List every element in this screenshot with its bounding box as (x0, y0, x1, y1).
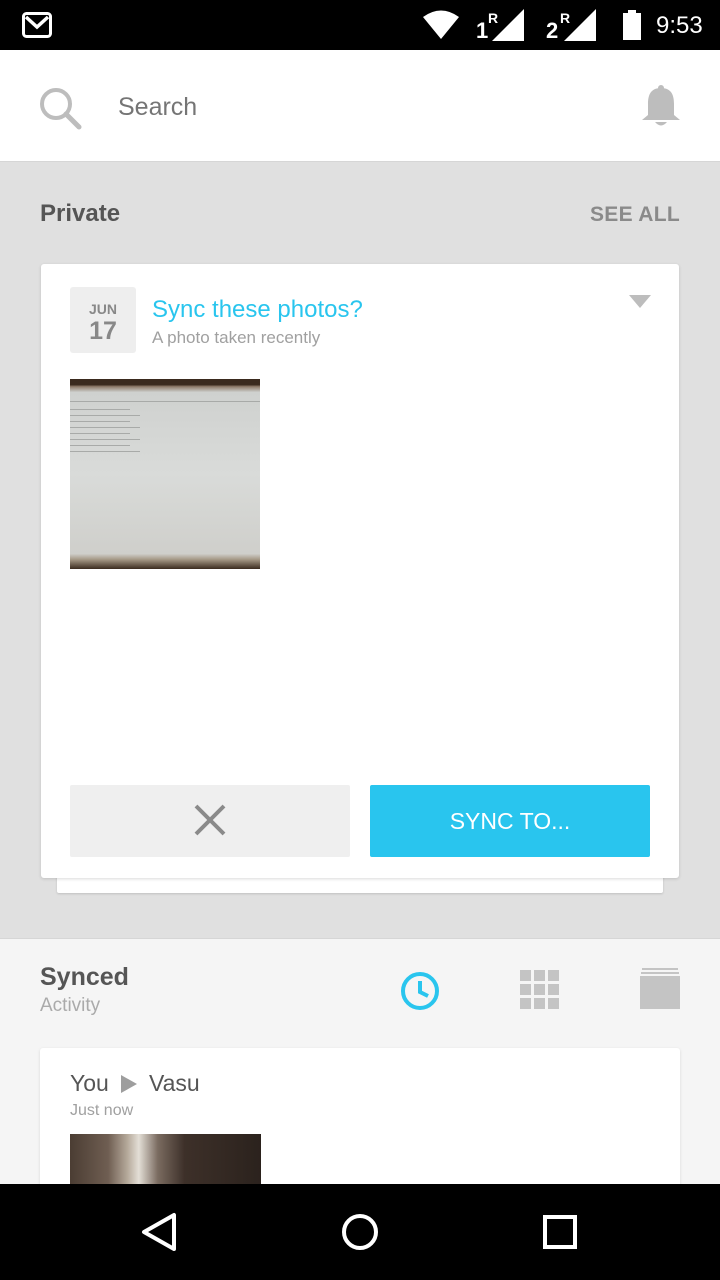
chevron-down-icon[interactable] (629, 295, 651, 309)
signal-sim2-icon: 2 R (546, 9, 596, 42)
svg-text:2: 2 (546, 18, 558, 42)
status-bar: 1 R 2 R 9:53 (0, 0, 720, 50)
activity-recipient: Vasu (149, 1070, 200, 1096)
activity-sender: You (70, 1070, 109, 1096)
synced-panel: Synced Activity You Vasu Just now (0, 938, 720, 1198)
card-title: Sync these photos? (152, 296, 363, 323)
synced-section-title: Synced (40, 963, 129, 991)
private-section-title: Private (40, 200, 121, 227)
svg-text:R: R (560, 10, 570, 26)
signal-sim1-icon: 1 R (476, 9, 524, 42)
svg-text:1: 1 (476, 18, 488, 42)
home-icon[interactable] (338, 1210, 382, 1254)
sync-suggestion-card: JUN 17 Sync these photos? A photo taken … (41, 264, 679, 878)
back-icon[interactable] (138, 1210, 182, 1254)
grid-icon[interactable] (519, 969, 561, 1011)
battery-icon (623, 10, 641, 40)
sync-to-button[interactable]: SYNC TO... (370, 785, 650, 857)
wifi-icon (423, 10, 459, 39)
close-icon (194, 804, 226, 835)
arrow-right-icon (121, 1075, 137, 1093)
activity-time: Just now (70, 1102, 134, 1119)
status-time: 9:53 (656, 12, 703, 39)
activity-card[interactable]: You Vasu Just now (40, 1048, 680, 1198)
search-bar (0, 50, 720, 162)
recent-apps-icon[interactable] (538, 1210, 582, 1254)
date-badge: JUN 17 (70, 287, 136, 353)
synced-section-subtitle: Activity (40, 995, 101, 1016)
clock-icon[interactable] (398, 969, 442, 1013)
svg-text:R: R (488, 10, 498, 26)
navigation-bar (0, 1184, 720, 1280)
notification-bell-icon[interactable] (640, 84, 682, 128)
search-input[interactable] (118, 90, 598, 124)
photo-thumbnail[interactable] (70, 379, 260, 569)
search-icon[interactable] (38, 86, 82, 130)
date-month: JUN (88, 301, 117, 317)
card-subtitle: A photo taken recently (152, 328, 321, 347)
dismiss-button[interactable] (70, 785, 350, 857)
folder-icon[interactable] (639, 967, 681, 1011)
date-day: 17 (89, 317, 117, 345)
see-all-link[interactable]: SEE ALL (590, 203, 680, 227)
gmail-notification-icon (22, 12, 52, 38)
